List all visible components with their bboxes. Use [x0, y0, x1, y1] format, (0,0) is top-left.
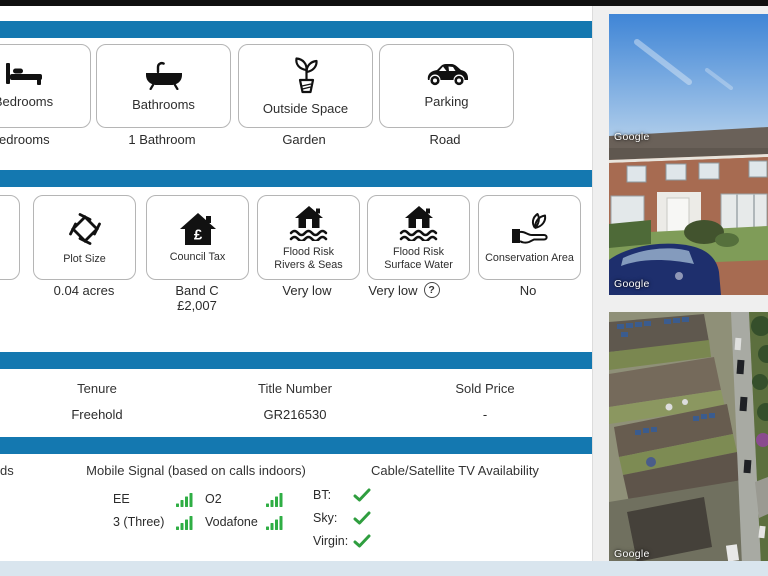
tenure-header: Tenure	[0, 381, 197, 396]
conservation-icon	[508, 211, 552, 247]
tv-row-virgin: Virgin:	[313, 534, 371, 548]
card-label: Bedrooms	[0, 94, 53, 110]
signal-strength-icon	[176, 516, 193, 530]
card-label: Conservation Area	[485, 252, 574, 265]
bottom-strip	[0, 561, 768, 576]
satellite-image	[609, 312, 768, 565]
sky-image	[609, 14, 768, 148]
sold-price-header: Sold Price	[385, 381, 585, 396]
card-flood-risk-rivers: Flood Risk Rivers & Seas	[257, 195, 360, 280]
car-icon	[424, 62, 470, 87]
tv-provider-bt: BT:	[313, 488, 331, 502]
street-view-image	[609, 148, 768, 295]
card-outside-space: Outside Space	[238, 44, 373, 128]
report-panel: Bedrooms Bathrooms	[0, 6, 592, 561]
satellite-photo[interactable]: Google	[609, 312, 768, 565]
card-plot-size: Plot Size	[33, 195, 136, 280]
sold-price-value: -	[385, 407, 585, 422]
card-parking: Parking	[379, 44, 514, 128]
card-label: Flood Risk Surface Water	[384, 246, 453, 272]
council-tax-icon: £	[178, 211, 218, 246]
google-watermark: Google	[614, 278, 650, 290]
card-flood-risk-surface: Flood Risk Surface Water	[367, 195, 470, 280]
card-label: Bathrooms	[132, 97, 195, 113]
title-number-header: Title Number	[195, 381, 395, 396]
title-number-value: GR216530	[195, 407, 395, 422]
card-label: Outside Space	[263, 101, 348, 117]
tv-row-bt: BT:	[313, 488, 371, 502]
tv-availability-title: Cable/Satellite TV Availability	[315, 463, 592, 478]
flood-surface-value-text: Very low	[368, 283, 417, 298]
provider-three: 3 (Three)	[113, 515, 164, 529]
card-label: Flood Risk Rivers & Seas	[274, 246, 342, 272]
card-bedrooms: Bedrooms	[0, 44, 91, 128]
card-bathrooms: Bathrooms	[96, 44, 231, 128]
section-header-bar-2	[0, 170, 592, 187]
detail-value-conservation: No	[428, 284, 592, 299]
plant-icon	[289, 56, 323, 94]
card-council-tax: £ Council Tax	[146, 195, 249, 280]
card-clipped-left	[0, 195, 20, 280]
summary-value-parking: Road	[345, 133, 545, 148]
card-label: Parking	[424, 94, 468, 110]
section-header-bar-1	[0, 21, 592, 38]
section-header-bar-4	[0, 437, 592, 454]
plot-size-icon	[66, 210, 104, 248]
provider-o2: O2	[205, 492, 222, 506]
bathtub-icon	[144, 60, 184, 90]
check-icon	[353, 511, 371, 525]
flood-icon	[288, 204, 330, 241]
bed-icon	[4, 62, 44, 87]
signal-strength-icon	[266, 493, 283, 507]
google-watermark: Google	[614, 548, 650, 560]
tv-row-sky: Sky:	[313, 511, 371, 525]
tv-provider-virgin: Virgin:	[313, 534, 348, 548]
google-watermark: Google	[614, 131, 650, 143]
provider-ee: EE	[113, 492, 130, 506]
mobile-signal-title: Mobile Signal (based on calls indoors)	[56, 463, 336, 478]
property-report-screen: Bedrooms Bathrooms	[0, 0, 768, 576]
tv-provider-sky: Sky:	[313, 511, 337, 525]
clipped-header-fragment: ds	[0, 463, 14, 478]
tenure-value: Freehold	[0, 407, 197, 422]
card-label: Council Tax	[170, 251, 226, 264]
signal-strength-icon	[176, 493, 193, 507]
provider-vodafone: Vodafone	[205, 515, 258, 529]
street-view-photo-sky[interactable]: Google	[609, 14, 768, 148]
pound-symbol: £	[193, 227, 202, 244]
check-icon	[353, 488, 371, 502]
signal-strength-icon	[266, 516, 283, 530]
flood-icon	[398, 204, 440, 241]
card-label: Plot Size	[63, 253, 106, 266]
card-conservation-area: Conservation Area	[478, 195, 581, 280]
check-icon	[353, 534, 371, 548]
street-view-photo[interactable]: Google	[609, 148, 768, 295]
section-header-bar-3	[0, 352, 592, 369]
